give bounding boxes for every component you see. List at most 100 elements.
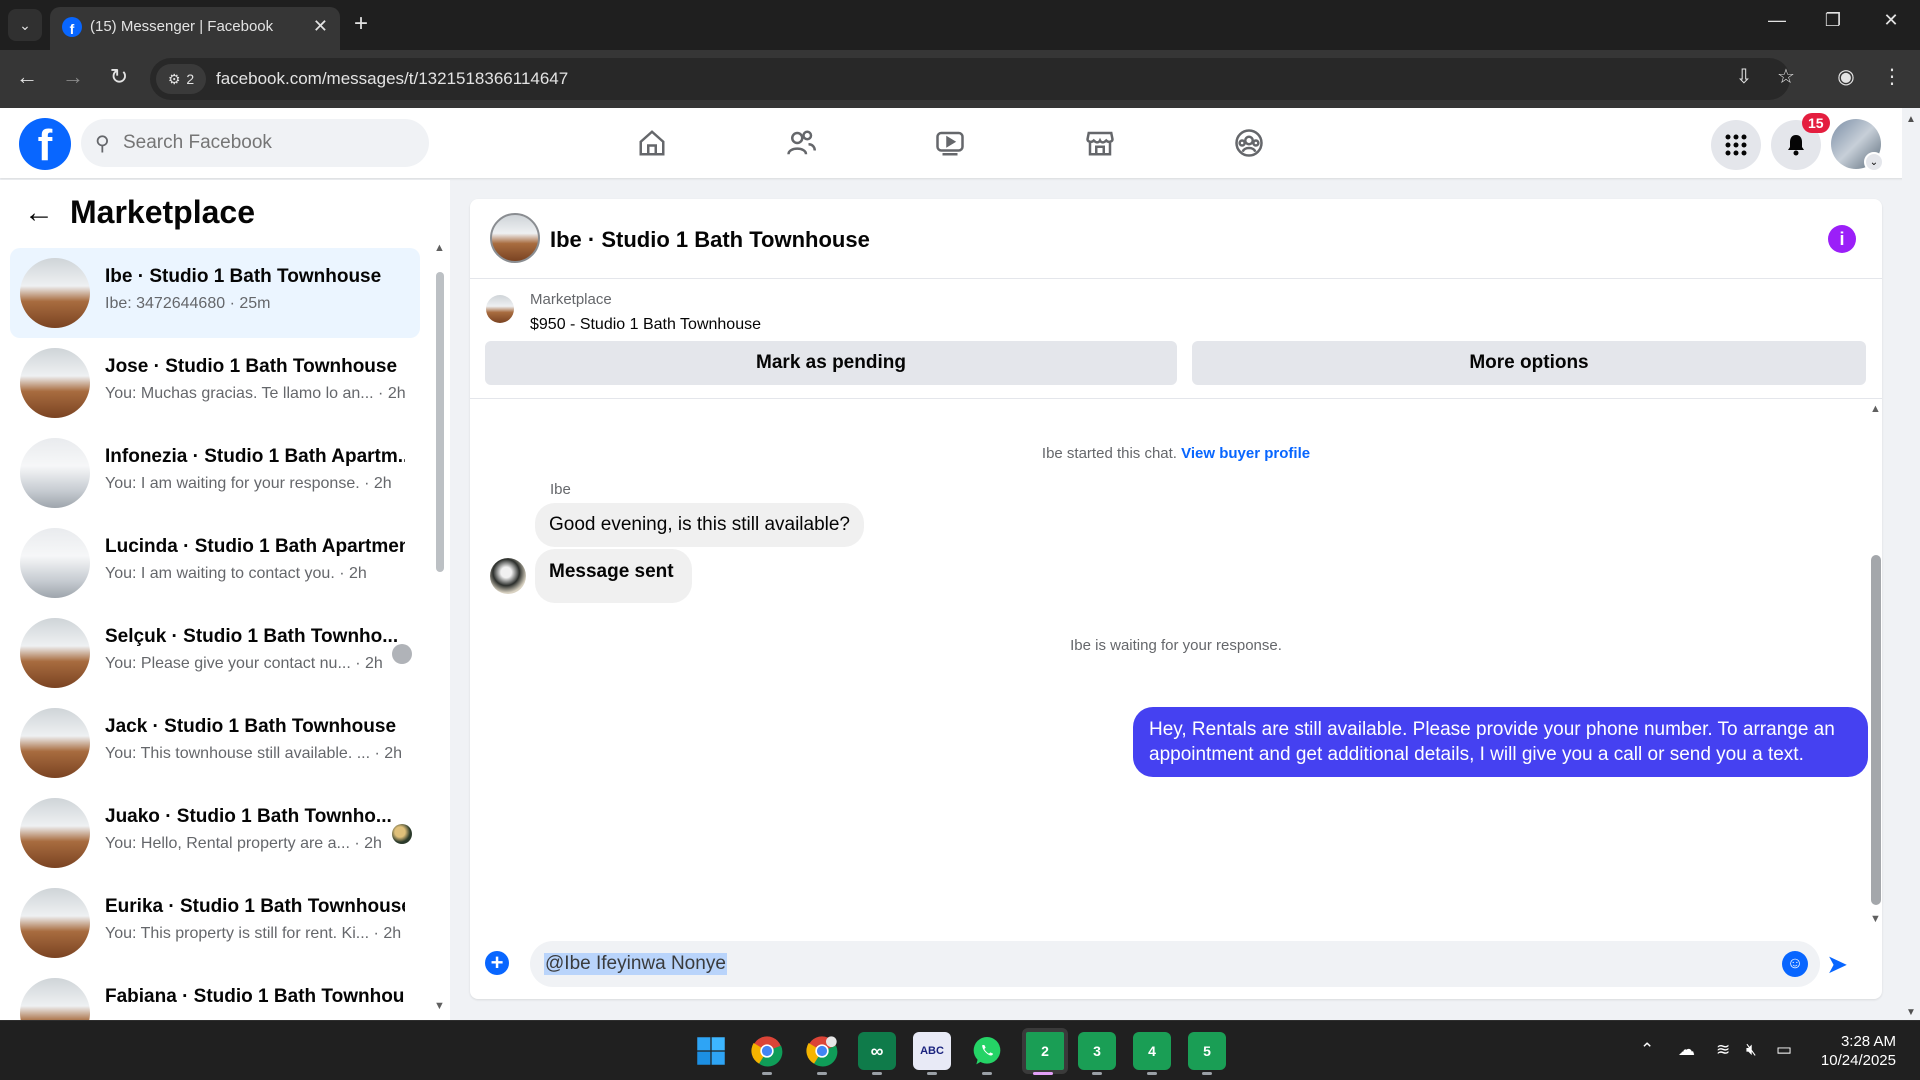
abc-app-icon[interactable]: ABC <box>913 1032 951 1070</box>
groups-icon[interactable] <box>1219 122 1279 164</box>
minimize-icon[interactable]: — <box>1762 10 1792 31</box>
conversation-item[interactable]: Ibe · Studio 1 Bath Townhouse Ibe: 34726… <box>10 248 420 338</box>
conversation-preview: You: Muchas gracias. Te llamo lo an... ·… <box>105 385 406 402</box>
conversation-item[interactable]: Fabiana · Studio 1 Bath Townhou... <box>10 968 420 1020</box>
facebook-logo-icon[interactable]: f <box>19 118 71 170</box>
running-indicator <box>762 1072 772 1075</box>
taskbar-app-5[interactable]: 5 <box>1188 1032 1226 1070</box>
new-tab-button[interactable]: + <box>354 10 368 38</box>
sidebar-title: Marketplace <box>70 194 255 230</box>
running-indicator <box>982 1072 992 1075</box>
marketplace-sidebar: ← Marketplace Ibe · Studio 1 Bath Townho… <box>0 180 450 1020</box>
scroll-down-icon[interactable]: ▼ <box>1906 1007 1916 1018</box>
taskbar-app-2[interactable]: 2 <box>1022 1028 1068 1074</box>
chevron-up-icon[interactable]: ⌃ <box>1640 1040 1654 1060</box>
send-icon[interactable]: ➤ <box>1826 949 1848 980</box>
mark-as-pending-button[interactable]: Mark as pending <box>485 341 1177 385</box>
back-icon[interactable]: ← <box>12 64 42 90</box>
reload-icon[interactable]: ↻ <box>104 64 134 90</box>
add-attachment-icon[interactable]: + <box>485 951 509 975</box>
bookmark-star-icon[interactable]: ☆ <box>1772 64 1800 89</box>
message-input[interactable]: @Ibe Ifeyinwa Nonye ☺ <box>530 941 1820 987</box>
chat-title[interactable]: Ibe · Studio 1 Bath Townhouse <box>550 227 870 253</box>
page-scrollbar[interactable]: ▲ ▼ <box>1902 108 1920 1020</box>
wifi-icon[interactable]: ≋ <box>1716 1040 1730 1060</box>
scrollbar-thumb[interactable] <box>436 272 444 572</box>
site-info-count: 2 <box>186 71 195 87</box>
conversation-item[interactable]: Jack · Studio 1 Bath Townhouse You: This… <box>10 698 420 788</box>
chrome-icon[interactable] <box>748 1032 786 1070</box>
clock-date: 10/24/2025 <box>1820 1052 1896 1069</box>
incoming-message[interactable]: Message sent <box>535 549 692 603</box>
chevron-down-icon[interactable]: ⌄ <box>1864 152 1884 172</box>
conversation-item[interactable]: Selçuk · Studio 1 Bath Townho... You: Pl… <box>10 608 420 698</box>
incoming-message[interactable]: Good evening, is this still available? <box>535 503 865 547</box>
emoji-icon[interactable]: ☺ <box>1782 951 1808 977</box>
listing-thumbnail <box>20 528 90 598</box>
menu-grid-icon[interactable] <box>1711 120 1761 170</box>
onedrive-icon[interactable]: ☁ <box>1678 1040 1695 1060</box>
scroll-up-icon[interactable]: ▲ <box>434 242 445 254</box>
conversation-item[interactable]: Eurika · Studio 1 Bath Townhouse You: Th… <box>10 878 420 968</box>
more-options-button[interactable]: More options <box>1192 341 1866 385</box>
conversation-preview: You: I am waiting to contact you. · 2h <box>105 565 367 582</box>
scroll-down-icon[interactable]: ▼ <box>1870 913 1881 925</box>
running-indicator <box>872 1072 882 1075</box>
conversation-item[interactable]: Jose · Studio 1 Bath Townhouse You: Much… <box>10 338 420 428</box>
message-input-text[interactable]: @Ibe Ifeyinwa Nonye <box>544 953 727 975</box>
tab-search-button[interactable]: ⌄ <box>8 9 42 41</box>
listing-price[interactable]: $950 - Studio 1 Bath Townhouse <box>530 316 761 334</box>
menu-kebab-icon[interactable]: ⋮ <box>1878 64 1906 89</box>
info-icon[interactable]: i <box>1828 225 1856 253</box>
search-input[interactable] <box>123 119 413 167</box>
chat-scrollbar[interactable]: ▲ ▼ <box>1868 403 1882 925</box>
chrome-profile-icon[interactable] <box>803 1032 841 1070</box>
sidebar-scrollbar[interactable]: ▲ ▼ <box>432 242 446 1012</box>
install-app-icon[interactable]: ⇩ <box>1730 64 1758 89</box>
whatsapp-icon[interactable] <box>968 1032 1006 1070</box>
clock[interactable]: 3:28 AM 10/24/2025 <box>1810 1032 1896 1070</box>
start-windows-icon[interactable] <box>692 1032 730 1070</box>
browser-tab[interactable]: f (15) Messenger | Facebook ✕ <box>50 7 340 50</box>
outgoing-message[interactable]: Hey, Rentals are still available. Please… <box>1133 707 1868 777</box>
taskbar-app-3[interactable]: 3 <box>1078 1032 1116 1070</box>
running-indicator <box>927 1072 937 1075</box>
view-buyer-profile-link[interactable]: View buyer profile <box>1181 445 1310 462</box>
home-icon[interactable] <box>622 122 682 164</box>
profile-icon[interactable]: ◉ <box>1832 64 1860 89</box>
listing-thumbnail <box>486 295 514 323</box>
back-arrow-icon[interactable]: ← <box>24 196 54 230</box>
listing-thumbnail <box>20 438 90 508</box>
running-indicator <box>1092 1072 1102 1075</box>
address-bar[interactable]: ⚙ 2 facebook.com/messages/t/132151836611… <box>150 58 1790 100</box>
conversation-name: Juako · Studio 1 Bath Townho... <box>105 806 392 827</box>
conversation-name: Fabiana · Studio 1 Bath Townhou... <box>105 986 405 1007</box>
friends-icon[interactable] <box>771 122 831 164</box>
scroll-up-icon[interactable]: ▲ <box>1906 114 1916 125</box>
volume-muted-icon[interactable]: 🔇︎ <box>1746 1040 1757 1060</box>
battery-icon[interactable]: ▭ <box>1776 1040 1792 1060</box>
url-text[interactable]: facebook.com/messages/t/1321518366114647 <box>216 69 568 89</box>
browser-toolbar: ← → ↻ ⚙ 2 facebook.com/messages/t/132151… <box>0 50 1920 108</box>
conversation-item[interactable]: Infonezia · Studio 1 Bath Apartm... You:… <box>10 428 420 518</box>
conversation-item[interactable]: Lucinda · Studio 1 Bath Apartment You: I… <box>10 518 420 608</box>
listing-thumbnail <box>20 798 90 868</box>
scrollbar-thumb[interactable] <box>1871 555 1881 905</box>
forward-icon[interactable]: → <box>58 64 88 90</box>
scroll-up-icon[interactable]: ▲ <box>1870 403 1881 415</box>
chat-avatar[interactable] <box>490 213 540 263</box>
conversation-item[interactable]: Juako · Studio 1 Bath Townho... You: Hel… <box>10 788 420 878</box>
scroll-down-icon[interactable]: ▼ <box>434 1000 445 1012</box>
conversation-name: Jose · Studio 1 Bath Townhouse <box>105 356 398 377</box>
restore-icon[interactable]: ❐ <box>1818 10 1848 31</box>
marketplace-icon[interactable] <box>1070 122 1130 164</box>
taskbar-app-4[interactable]: 4 <box>1133 1032 1171 1070</box>
close-window-icon[interactable]: ✕ <box>1876 10 1906 31</box>
video-icon[interactable] <box>920 122 980 164</box>
site-info-button[interactable]: ⚙ 2 <box>156 64 206 94</box>
facebook-search[interactable]: ⚲ <box>81 119 429 167</box>
sender-avatar[interactable] <box>490 558 526 594</box>
tab-close-icon[interactable]: ✕ <box>313 16 328 37</box>
conversation-preview: You: This townhouse still available. ...… <box>105 745 403 762</box>
glasses-app-icon[interactable]: ∞ <box>858 1032 896 1070</box>
